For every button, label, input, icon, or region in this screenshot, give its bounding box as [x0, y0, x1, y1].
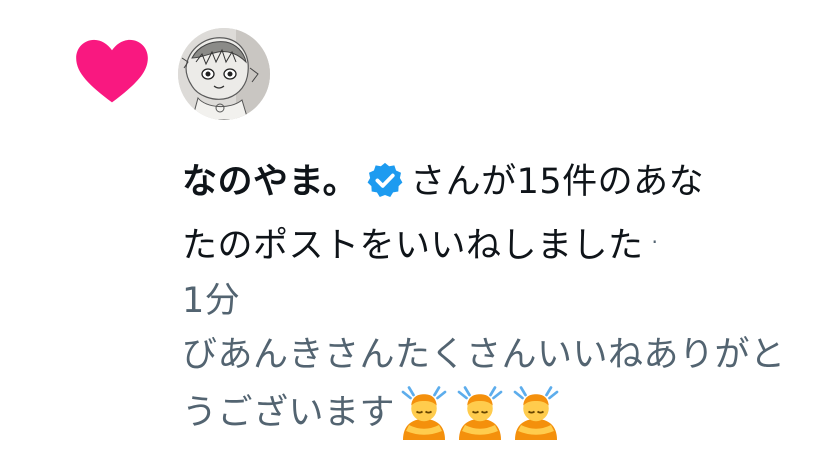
action-line-2: たのポストをいいねしました · — [182, 212, 802, 276]
bowing-person-emoji — [513, 386, 559, 440]
reply-text: びあんきさんたくさんいいねありがとうございます — [182, 326, 802, 442]
bowing-person-emoji — [457, 386, 503, 440]
avatar-drawing-icon — [178, 28, 270, 120]
emoji-group — [395, 386, 563, 440]
like-notification[interactable]: なのやま。 さんが15件のあな たのポストをいいねしました · 1分 びあんきさん… — [0, 0, 834, 469]
notification-text: なのやま。 さんが15件のあな たのポストをいいねしました · 1分 びあんきさん… — [182, 152, 802, 442]
separator-dot: · — [651, 230, 659, 254]
action-text-1: さんが15件のあな — [410, 162, 705, 202]
user-name-link[interactable]: なのやま。 — [182, 162, 358, 202]
avatar[interactable] — [178, 28, 270, 120]
verified-badge-icon — [367, 162, 403, 197]
action-text-2: たのポストをいいねしました — [182, 226, 644, 266]
bowing-person-emoji — [401, 386, 447, 440]
action-line: なのやま。 さんが15件のあな — [182, 152, 802, 212]
timestamp[interactable]: 1分 — [182, 276, 802, 326]
heart-icon — [76, 39, 148, 103]
